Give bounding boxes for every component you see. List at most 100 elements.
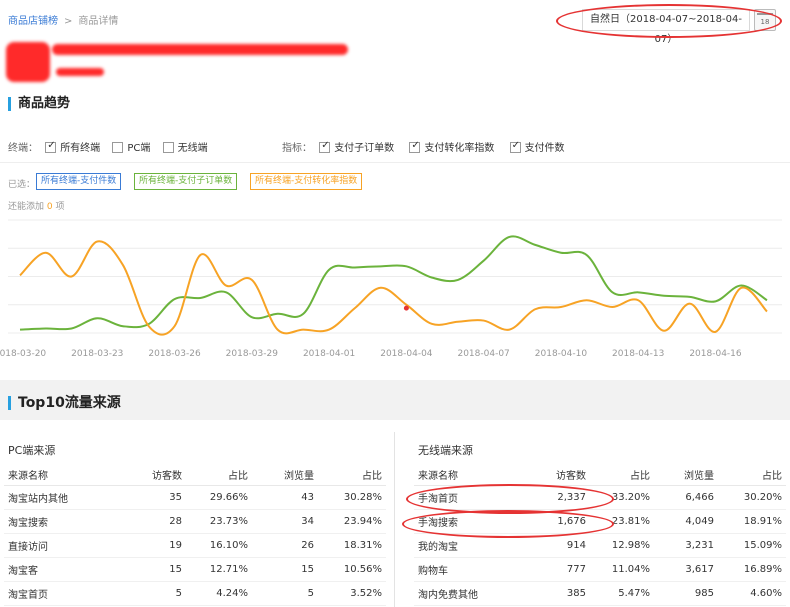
value-cell: 1,676 bbox=[518, 509, 590, 534]
divider bbox=[0, 162, 790, 163]
column-header: 来源名称 bbox=[414, 465, 518, 486]
value-cell: 29.66% bbox=[186, 485, 252, 510]
table-row[interactable]: 手淘首页 2,337 33.20% 6,466 30.20% bbox=[414, 485, 786, 510]
metric-label: 指标： bbox=[282, 143, 312, 154]
value-cell: 4,049 bbox=[654, 509, 718, 534]
redaction-mark bbox=[52, 44, 348, 55]
x-tick-label: 2018-04-07 bbox=[457, 349, 509, 359]
terminal-filter: 终端： 所有终端 PC端 无线端 bbox=[8, 139, 217, 154]
table-row[interactable]: 淘宝首页 5 4.24% 5 3.52% bbox=[4, 581, 386, 606]
value-cell: 34 bbox=[252, 509, 318, 534]
value-cell: 4.60% bbox=[718, 581, 786, 606]
redaction-mark bbox=[56, 68, 104, 76]
value-cell: 914 bbox=[518, 533, 590, 558]
option-label: 所有终端 bbox=[60, 143, 101, 154]
value-cell: 16.89% bbox=[718, 557, 786, 582]
value-cell: 19 bbox=[116, 533, 186, 558]
x-tick-label: 2018-03-20 bbox=[0, 349, 46, 359]
column-header[interactable]: 占比 bbox=[318, 465, 386, 486]
section-title: Top10流量来源 bbox=[8, 396, 121, 410]
column-header: 来源名称 bbox=[4, 465, 116, 486]
section-title: 商品趋势 bbox=[8, 97, 70, 111]
table-row[interactable]: 淘宝站内其他 35 29.66% 43 30.28% bbox=[4, 485, 386, 510]
table-row[interactable]: 手淘搜索 1,676 23.81% 4,049 18.91% bbox=[414, 509, 786, 534]
checkbox-conversion-index[interactable] bbox=[409, 140, 421, 153]
breadcrumb: 商品店铺榜 > 商品详情 bbox=[8, 12, 118, 27]
source-name-cell: 淘宝首页 bbox=[4, 581, 116, 606]
table-row[interactable]: 购物车 777 11.04% 3,617 16.89% bbox=[414, 557, 786, 582]
pc-sources-title: PC端来源 bbox=[8, 444, 56, 457]
value-cell: 26 bbox=[252, 533, 318, 558]
option-label: 无线端 bbox=[177, 143, 208, 154]
table-row[interactable]: 淘宝客 15 12.71% 15 10.56% bbox=[4, 557, 386, 582]
trend-chart[interactable]: 2018-03-20 2018-03-23 2018-03-26 2018-03-29… bbox=[0, 210, 790, 368]
x-tick-label: 2018-04-16 bbox=[689, 349, 742, 359]
value-cell: 10.56% bbox=[318, 557, 386, 582]
selected-tag[interactable]: 所有终端-支付件数 bbox=[36, 173, 122, 190]
value-cell: 30.28% bbox=[318, 485, 386, 510]
terminal-label: 终端： bbox=[8, 143, 38, 154]
selected-tag[interactable]: 所有终端-支付子订单数 bbox=[134, 173, 238, 190]
date-range-picker[interactable]: 自然日（2018-04-07~2018-04-07） bbox=[582, 9, 750, 45]
source-name-cell: 淘内免费其他 bbox=[414, 581, 518, 606]
source-name-cell: 手淘首页 bbox=[414, 485, 518, 510]
selected-tag[interactable]: 所有终端-支付转化率指数 bbox=[250, 173, 363, 190]
breadcrumb-current: 商品详情 bbox=[78, 16, 119, 27]
table-row[interactable]: 直接访问 19 16.10% 26 18.31% bbox=[4, 533, 386, 558]
column-header[interactable]: 占比 bbox=[590, 465, 654, 486]
source-name-cell: 淘宝站内其他 bbox=[4, 485, 116, 510]
redaction-mark bbox=[6, 42, 50, 82]
value-cell: 985 bbox=[654, 581, 718, 606]
section-gap: Top10流量来源 bbox=[0, 380, 790, 420]
table-row[interactable]: 淘宝搜索 28 23.73% 34 23.94% bbox=[4, 509, 386, 534]
column-header[interactable]: 浏览量 bbox=[252, 465, 318, 486]
x-tick-label: 2018-04-01 bbox=[303, 349, 355, 359]
checkbox-pc[interactable] bbox=[112, 142, 124, 153]
option-label: PC端 bbox=[127, 143, 151, 154]
value-cell: 23.81% bbox=[590, 509, 654, 534]
checkbox-sub-orders[interactable] bbox=[319, 140, 331, 153]
data-point bbox=[403, 305, 409, 311]
mobile-sources-table: 来源名称 访客数 占比 浏览量 占比 手淘首页 2,337 33.20% 6,466 3… bbox=[414, 465, 786, 606]
table-row[interactable]: 淘内免费其他 385 5.47% 985 4.60% bbox=[414, 581, 786, 606]
value-cell: 16.10% bbox=[186, 533, 252, 558]
value-cell: 30.20% bbox=[718, 485, 786, 510]
x-tick-label: 2018-03-23 bbox=[71, 349, 123, 359]
table-header-row: 来源名称 访客数 占比 浏览量 占比 bbox=[4, 465, 386, 486]
value-cell: 18.91% bbox=[718, 509, 786, 534]
value-cell: 43 bbox=[252, 485, 318, 510]
column-header[interactable]: 浏览量 bbox=[654, 465, 718, 486]
trend-panel: 商品趋势 终端： 所有终端 PC端 无线端 指标： 支付子订单数 支付转化率指数… bbox=[0, 97, 790, 380]
option-label: 支付子订单数 bbox=[334, 143, 395, 154]
source-name-cell: 手淘搜索 bbox=[414, 509, 518, 534]
table-row[interactable]: 我的淘宝 914 12.98% 3,231 15.09% bbox=[414, 533, 786, 558]
pc-sources-table: 来源名称 访客数 占比 浏览量 占比 淘宝站内其他 35 29.66% 43 30.28… bbox=[4, 465, 386, 606]
metric-filter: 指标： 支付子订单数 支付转化率指数 支付件数 bbox=[282, 139, 574, 154]
source-name-cell: 我的淘宝 bbox=[414, 533, 518, 558]
value-cell: 28 bbox=[116, 509, 186, 534]
checkbox-all-terminals[interactable] bbox=[45, 140, 57, 153]
series-line bbox=[19, 240, 768, 336]
calendar-icon[interactable]: 18 bbox=[754, 9, 776, 31]
x-tick-label: 2018-04-04 bbox=[380, 349, 433, 359]
column-header[interactable]: 访客数 bbox=[518, 465, 590, 486]
value-cell: 5.47% bbox=[590, 581, 654, 606]
value-cell: 4.24% bbox=[186, 581, 252, 606]
breadcrumb-link[interactable]: 商品店铺榜 bbox=[8, 16, 58, 27]
column-header[interactable]: 占比 bbox=[718, 465, 786, 486]
x-tick-label: 2018-03-29 bbox=[226, 349, 279, 359]
value-cell: 12.98% bbox=[590, 533, 654, 558]
value-cell: 777 bbox=[518, 557, 590, 582]
checkbox-mobile[interactable] bbox=[162, 142, 174, 153]
column-header[interactable]: 访客数 bbox=[116, 465, 186, 486]
value-cell: 23.73% bbox=[186, 509, 252, 534]
value-cell: 23.94% bbox=[318, 509, 386, 534]
checkbox-items-paid[interactable] bbox=[509, 140, 521, 153]
value-cell: 35 bbox=[116, 485, 186, 510]
column-header[interactable]: 占比 bbox=[186, 465, 252, 486]
value-cell: 15 bbox=[252, 557, 318, 582]
mobile-sources-title: 无线端来源 bbox=[418, 444, 473, 457]
value-cell: 15 bbox=[116, 557, 186, 582]
value-cell: 3.52% bbox=[318, 581, 386, 606]
value-cell: 5 bbox=[116, 581, 186, 606]
